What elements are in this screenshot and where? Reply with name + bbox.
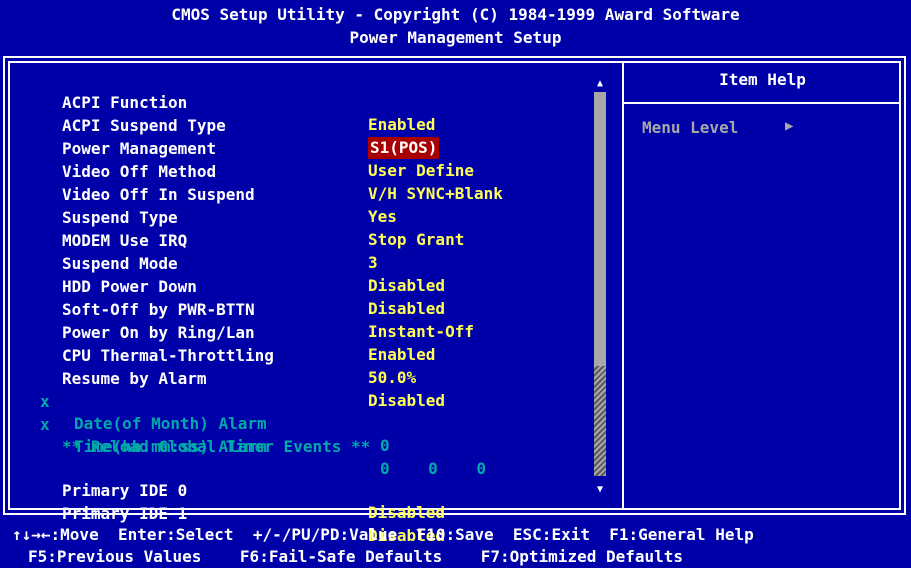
setting-row-soft-off-by-pwr-bttn[interactable]: Soft-Off by PWR-BTTN Instant-Off [0, 277, 474, 341]
setting-value[interactable]: Disabled [368, 275, 445, 297]
setting-value: 0 [380, 436, 390, 455]
section-heading: ** Reload Global Timer Events ** [62, 437, 371, 456]
setting-row-date-alarm: x Date(of Month) Alarm 0 [0, 369, 390, 455]
setting-label: Resume by Alarm [62, 369, 207, 388]
setting-label: Power On by Ring/Lan [62, 323, 255, 342]
setting-row-power-management[interactable]: Power Management User Define [0, 116, 474, 180]
setting-value: 0 0 0 [380, 459, 486, 478]
setting-label: ACPI Function [62, 93, 188, 112]
setting-value[interactable]: Stop Grant [368, 229, 464, 251]
setting-row-modem-use-irq[interactable]: MODEM Use IRQ 3 [0, 208, 378, 272]
setting-row-hdd-power-down[interactable]: HDD Power Down Disabled [0, 254, 445, 318]
disabled-mark: x [40, 415, 50, 434]
page-title: Power Management Setup [349, 28, 562, 47]
scrollbar-thumb[interactable] [594, 366, 606, 476]
setting-value[interactable]: 50.0% [368, 367, 416, 389]
key-help-line-1: ↑↓→←:Move Enter:Select +/-/PU/PD:Value F… [12, 525, 754, 544]
setting-value[interactable]: User Define [368, 160, 474, 182]
setting-label: Video Off Method [62, 162, 217, 181]
setting-row-resume-by-alarm[interactable]: Resume by Alarm Disabled [0, 346, 445, 410]
key-help-line-2: F5:Previous Values F6:Fail-Safe Defaults… [28, 547, 684, 566]
setting-label: MODEM Use IRQ [62, 231, 188, 250]
item-help-title: Item Help [719, 70, 806, 89]
setting-row-acpi-function[interactable]: ACPI Function Enabled [0, 70, 435, 134]
setting-value[interactable]: Disabled [368, 298, 445, 320]
setting-label: Suspend Type [62, 208, 178, 227]
setting-row-suspend-mode[interactable]: Suspend Mode Disabled [0, 231, 445, 295]
scroll-up-icon[interactable]: ▲ [594, 78, 606, 90]
menu-level-label: Menu Level [642, 118, 739, 137]
panel-divider [622, 61, 624, 510]
setting-label: CPU Thermal-Throttling [62, 346, 274, 365]
disabled-mark: x [40, 392, 50, 411]
help-divider [624, 102, 901, 104]
setting-label: Soft-Off by PWR-BTTN [62, 300, 255, 319]
setting-value[interactable]: Disabled [368, 390, 445, 412]
setting-row-acpi-suspend-type[interactable]: ACPI Suspend Type S1(POS) [0, 93, 440, 159]
setting-value[interactable]: Enabled [368, 344, 435, 366]
setting-value[interactable]: 3 [368, 252, 378, 274]
header-title: CMOS Setup Utility - Copyright (C) 1984-… [171, 5, 740, 24]
scrollbar-track[interactable] [594, 92, 606, 476]
setting-row-cpu-thermal-throttling[interactable]: CPU Thermal-Throttling 50.0% [0, 323, 416, 387]
setting-label: Video Off In Suspend [62, 185, 255, 204]
setting-label: HDD Power Down [62, 277, 197, 296]
setting-row-primary-ide-1[interactable]: Primary IDE 1 Disabled [0, 481, 445, 545]
setting-row-time-alarm: x Time(hh:mm:ss) Alarm 0 0 0 [0, 392, 486, 478]
setting-value[interactable]: V/H SYNC+Blank [368, 183, 503, 205]
setting-value[interactable]: Yes [368, 206, 397, 228]
setting-label: Primary IDE 0 [62, 481, 188, 500]
setting-row-video-off-in-suspend[interactable]: Video Off In Suspend Yes [0, 162, 397, 226]
setting-row-video-off-method[interactable]: Video Off Method V/H SYNC+Blank [0, 139, 503, 203]
setting-row-suspend-type[interactable]: Suspend Type Stop Grant [0, 185, 464, 249]
setting-label: Power Management [62, 139, 217, 158]
setting-value[interactable]: Disabled [368, 502, 445, 524]
setting-value[interactable]: Instant-Off [368, 321, 474, 343]
setting-row-primary-ide-0[interactable]: Primary IDE 0 Disabled [0, 458, 445, 522]
setting-label: Suspend Mode [62, 254, 178, 273]
setting-label: ACPI Suspend Type [62, 116, 226, 135]
scroll-down-icon[interactable]: ▼ [594, 484, 606, 496]
setting-value[interactable]: Enabled [368, 114, 435, 136]
setting-label: Date(of Month) Alarm [74, 414, 267, 433]
setting-row-power-on-by-ring-lan[interactable]: Power On by Ring/Lan Enabled [0, 300, 435, 364]
menu-level-arrow-icon: ▶ [785, 118, 794, 134]
setting-value-selected[interactable]: S1(POS) [368, 137, 440, 159]
setting-label: Primary IDE 1 [62, 504, 188, 523]
